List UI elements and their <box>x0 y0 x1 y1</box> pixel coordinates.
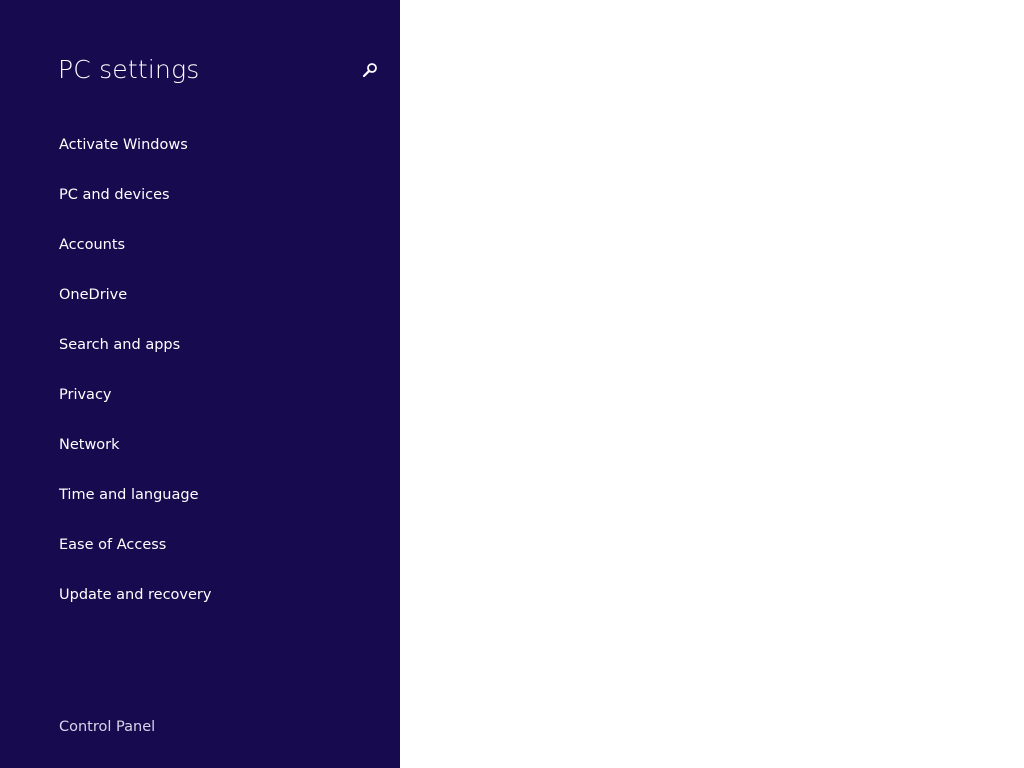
page-title: PC settings <box>58 55 200 84</box>
search-button[interactable] <box>356 56 384 84</box>
nav-item-time-and-language[interactable]: Time and language <box>0 480 400 530</box>
nav-item-update-and-recovery[interactable]: Update and recovery <box>0 580 400 630</box>
sidebar: PC settings Activate Windows PC and devi… <box>0 0 400 768</box>
nav-item-search-and-apps[interactable]: Search and apps <box>0 330 400 380</box>
nav-item-onedrive[interactable]: OneDrive <box>0 280 400 330</box>
control-panel-link[interactable]: Control Panel <box>59 717 155 737</box>
nav-item-privacy[interactable]: Privacy <box>0 380 400 430</box>
pc-settings-window: PC settings Activate Windows PC and devi… <box>0 0 1024 768</box>
nav-item-accounts[interactable]: Accounts <box>0 230 400 280</box>
nav-item-network[interactable]: Network <box>0 430 400 480</box>
nav-item-activate-windows[interactable]: Activate Windows <box>0 130 400 180</box>
settings-nav: Activate Windows PC and devices Accounts… <box>0 130 400 630</box>
nav-item-ease-of-access[interactable]: Ease of Access <box>0 530 400 580</box>
nav-item-pc-and-devices[interactable]: PC and devices <box>0 180 400 230</box>
search-icon <box>362 62 378 78</box>
content-pane <box>400 0 1024 768</box>
